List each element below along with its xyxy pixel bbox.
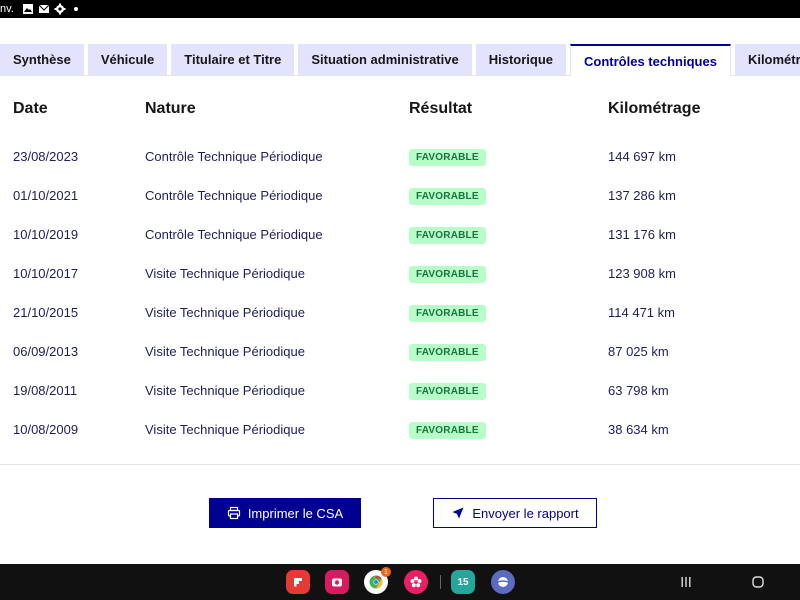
- row-date: 21/10/2015: [13, 305, 79, 320]
- home-button-icon[interactable]: [750, 574, 766, 590]
- tab-titulaire-et-titre[interactable]: Titulaire et Titre: [171, 44, 295, 75]
- send-arrow-icon: [452, 507, 464, 519]
- settings-gear-icon: [54, 3, 66, 15]
- header-mileage: Kilométrage: [608, 100, 701, 117]
- send-report-button[interactable]: Envoyer le rapport: [433, 498, 597, 528]
- calendar-day: 15: [457, 576, 469, 588]
- mail-icon: [38, 3, 50, 15]
- calendar-app-icon[interactable]: 15: [451, 570, 475, 594]
- result-badge: FAVORABLE: [409, 382, 486, 400]
- row-date: 10/08/2009: [13, 422, 79, 437]
- recent-apps-icon[interactable]: [678, 574, 694, 590]
- row-nature: Contrôle Technique Périodique: [145, 227, 323, 242]
- row-mileage: 87 025 km: [608, 344, 669, 359]
- printer-icon: [227, 506, 240, 520]
- row-nature: Visite Technique Périodique: [145, 383, 305, 398]
- table-body: 23/08/2023 Contrôle Technique Périodique…: [0, 137, 800, 449]
- row-nature: Visite Technique Périodique: [145, 266, 305, 281]
- row-nature: Visite Technique Périodique: [145, 305, 305, 320]
- row-date: 01/10/2021: [13, 188, 79, 203]
- row-date: 10/10/2017: [13, 266, 79, 281]
- tab-controles-techniques[interactable]: Contrôles techniques: [570, 44, 731, 76]
- flipboard-app-icon[interactable]: [286, 570, 310, 594]
- row-date: 19/08/2011: [13, 383, 78, 398]
- camera-app-icon[interactable]: [325, 570, 349, 594]
- print-csa-button[interactable]: Imprimer le CSA: [209, 498, 361, 528]
- table-row: 10/10/2017 Visite Technique Périodique F…: [0, 254, 800, 293]
- gallery-icon: [22, 3, 34, 15]
- tab-bar: Synthèse Véhicule Titulaire et Titre Sit…: [0, 44, 800, 76]
- send-report-label: Envoyer le rapport: [472, 505, 579, 521]
- row-date: 10/10/2019: [13, 227, 79, 242]
- section-divider: [0, 464, 800, 465]
- result-badge: FAVORABLE: [409, 148, 486, 166]
- row-mileage: 63 798 km: [608, 383, 669, 398]
- internet-browser-app-icon[interactable]: [491, 570, 515, 594]
- row-nature: Visite Technique Périodique: [145, 422, 305, 437]
- header-result: Résultat: [409, 100, 473, 117]
- row-nature: Visite Technique Périodique: [145, 344, 305, 359]
- technical-inspections-table: Date Nature Résultat Kilométrage 23/08/2…: [0, 92, 800, 449]
- row-nature: Contrôle Technique Périodique: [145, 188, 323, 203]
- row-mileage: 123 908 km: [608, 266, 676, 281]
- result-badge: FAVORABLE: [409, 421, 486, 439]
- print-csa-label: Imprimer le CSA: [247, 505, 344, 521]
- header-nature: Nature: [145, 100, 196, 117]
- tab-vehicule[interactable]: Véhicule: [87, 44, 168, 75]
- result-badge: FAVORABLE: [409, 265, 486, 283]
- table-row: 21/10/2015 Visite Technique Périodique F…: [0, 293, 800, 332]
- result-badge: FAVORABLE: [409, 304, 486, 322]
- status-bar: nv.: [0, 0, 800, 18]
- table-row: 19/08/2011 Visite Technique Périodique F…: [0, 371, 800, 410]
- tab-historique[interactable]: Historique: [475, 44, 567, 75]
- header-date: Date: [13, 100, 48, 117]
- row-date: 06/09/2013: [13, 344, 79, 359]
- row-mileage: 114 471 km: [608, 305, 675, 320]
- tab-synthese[interactable]: Synthèse: [0, 44, 84, 75]
- table-row: 10/08/2009 Visite Technique Périodique F…: [0, 410, 800, 449]
- table-row: 10/10/2019 Contrôle Technique Périodique…: [0, 215, 800, 254]
- row-mileage: 38 634 km: [608, 422, 669, 437]
- table-row: 01/10/2021 Contrôle Technique Périodique…: [0, 176, 800, 215]
- row-mileage: 131 176 km: [608, 227, 676, 242]
- row-mileage: 137 286 km: [608, 188, 676, 203]
- table-row: 23/08/2023 Contrôle Technique Périodique…: [0, 137, 800, 176]
- table-row: 06/09/2013 Visite Technique Périodique F…: [0, 332, 800, 371]
- row-mileage: 144 697 km: [608, 149, 676, 164]
- blossom-app-icon[interactable]: [404, 570, 428, 594]
- result-badge: FAVORABLE: [409, 343, 486, 361]
- chrome-app-icon[interactable]: 1: [364, 567, 391, 594]
- table-header: Date Nature Résultat Kilométrage: [0, 92, 800, 126]
- tab-situation-administrative[interactable]: Situation administrative: [298, 44, 472, 75]
- notification-dot-icon: [73, 7, 78, 11]
- result-badge: FAVORABLE: [409, 187, 486, 205]
- row-nature: Contrôle Technique Périodique: [145, 149, 323, 164]
- tab-kilometrage[interactable]: Kilométrage: [734, 44, 800, 75]
- row-date: 23/08/2023: [13, 149, 79, 164]
- result-badge: FAVORABLE: [409, 226, 486, 244]
- status-bar-text: nv.: [0, 3, 14, 15]
- dock-separator: [440, 575, 441, 589]
- notification-badge: 1: [381, 567, 391, 577]
